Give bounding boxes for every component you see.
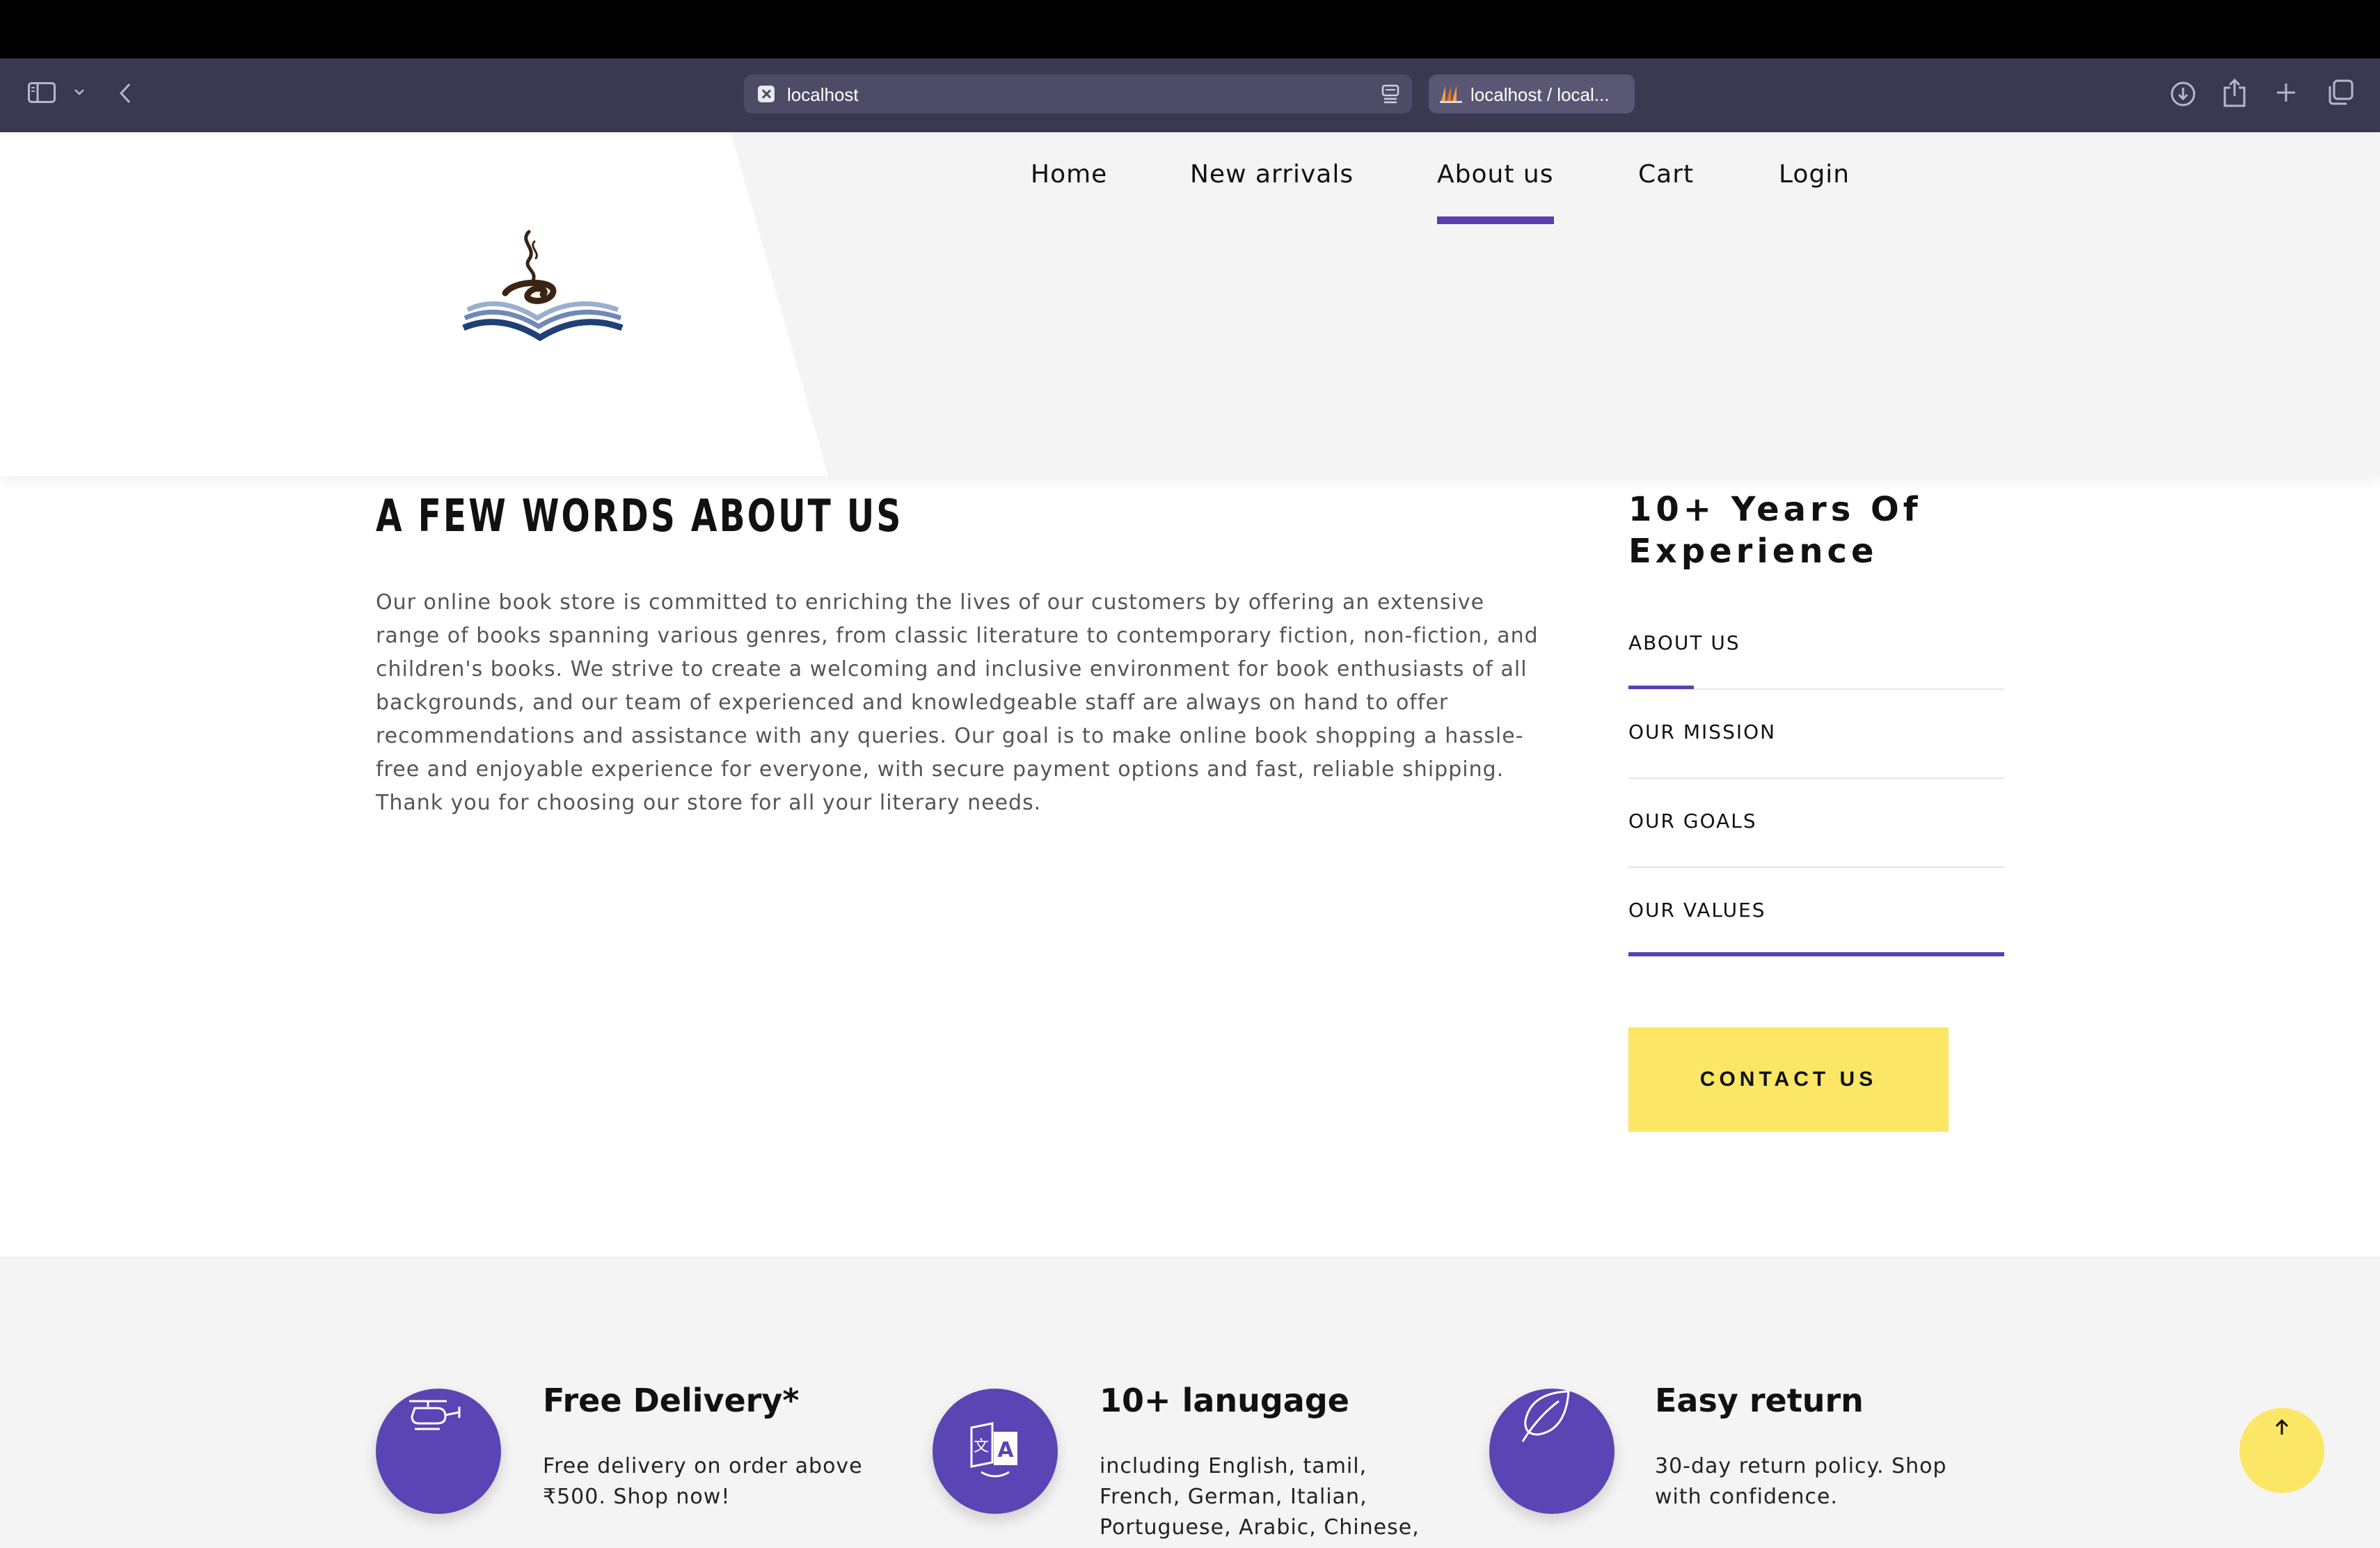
experience-heading: 10+ Years Of Experience: [1628, 490, 1922, 571]
feature-title: Easy return: [1655, 1382, 1864, 1419]
translate-icon: A 文: [970, 1422, 1017, 1478]
feature-circle: A 文: [933, 1389, 1058, 1514]
url-text: localhost: [787, 84, 859, 105]
side-tab-our-mission[interactable]: OUR MISSION: [1628, 690, 2004, 779]
browser-tab[interactable]: localhost / local...: [1429, 74, 1635, 113]
nav-active-indicator: [1437, 216, 1554, 224]
back-icon[interactable]: [118, 82, 132, 104]
chevron-down-icon[interactable]: [74, 88, 85, 96]
side-tab-label: OUR GOALS: [1628, 809, 1757, 832]
system-menu-bar: [0, 0, 2380, 58]
about-heading: A FEW WORDS ABOUT US: [376, 491, 903, 542]
share-icon[interactable]: [2223, 78, 2246, 107]
nav-home[interactable]: Home: [1031, 160, 1107, 189]
features-section: Free Delivery* Free delivery on order ab…: [0, 1256, 2380, 1548]
side-tab-our-goals[interactable]: OUR GOALS: [1628, 779, 2004, 868]
feature-circle: [1489, 1389, 1615, 1514]
favicon-icon: [758, 86, 775, 102]
feature-description: 30-day return policy. Shop with confiden…: [1655, 1454, 1947, 1509]
arrow-up-icon: [2275, 1419, 2289, 1435]
plus-icon[interactable]: [2276, 82, 2296, 103]
feature-title: 10+ lanugage: [1100, 1382, 1349, 1419]
helicopter-icon: [409, 1400, 461, 1430]
feature-circle: [376, 1389, 501, 1514]
reader-icon[interactable]: [1381, 84, 1399, 106]
nav-login[interactable]: Login: [1779, 160, 1850, 189]
nav-cart[interactable]: Cart: [1638, 160, 1694, 189]
side-tab-label: ABOUT US: [1628, 631, 1740, 654]
back-to-top-button[interactable]: [2239, 1408, 2324, 1493]
svg-text:文: 文: [974, 1438, 989, 1455]
site-header: Home New arrivals About us Cart Login: [0, 132, 2380, 476]
logo-panel: [0, 132, 828, 476]
address-bar[interactable]: localhost: [744, 74, 1412, 113]
tabs-icon[interactable]: [2327, 79, 2354, 106]
nav-new-arrivals[interactable]: New arrivals: [1190, 160, 1354, 189]
contact-us-button[interactable]: CONTACT US: [1628, 1027, 1949, 1132]
side-tab-label: OUR VALUES: [1628, 899, 1766, 922]
side-tabs-bottom-bar: [1628, 952, 2004, 956]
tab-title: localhost / local...: [1470, 84, 1610, 105]
side-tab-our-values[interactable]: OUR VALUES: [1628, 868, 2004, 957]
site-logo[interactable]: [459, 226, 626, 368]
svg-text:A: A: [997, 1438, 1014, 1462]
sidebar-icon[interactable]: [28, 82, 56, 103]
nav-about-us[interactable]: About us: [1437, 160, 1553, 189]
side-tab-label: OUR MISSION: [1628, 720, 1777, 743]
sailboat-icon: [1440, 84, 1462, 106]
leaf-icon: [1521, 1390, 1570, 1442]
feature-title: Free Delivery*: [543, 1382, 800, 1419]
feature-description: Free delivery on order above ₹500. Shop …: [543, 1454, 863, 1509]
feature-description: including English, tamil, French, German…: [1100, 1454, 1420, 1540]
side-tab-about-us[interactable]: ABOUT US: [1628, 601, 2004, 690]
download-icon[interactable]: [2170, 81, 2196, 107]
about-paragraph: Our online book store is committed to en…: [376, 590, 1539, 815]
side-tab-active-indicator: [1628, 686, 1694, 689]
